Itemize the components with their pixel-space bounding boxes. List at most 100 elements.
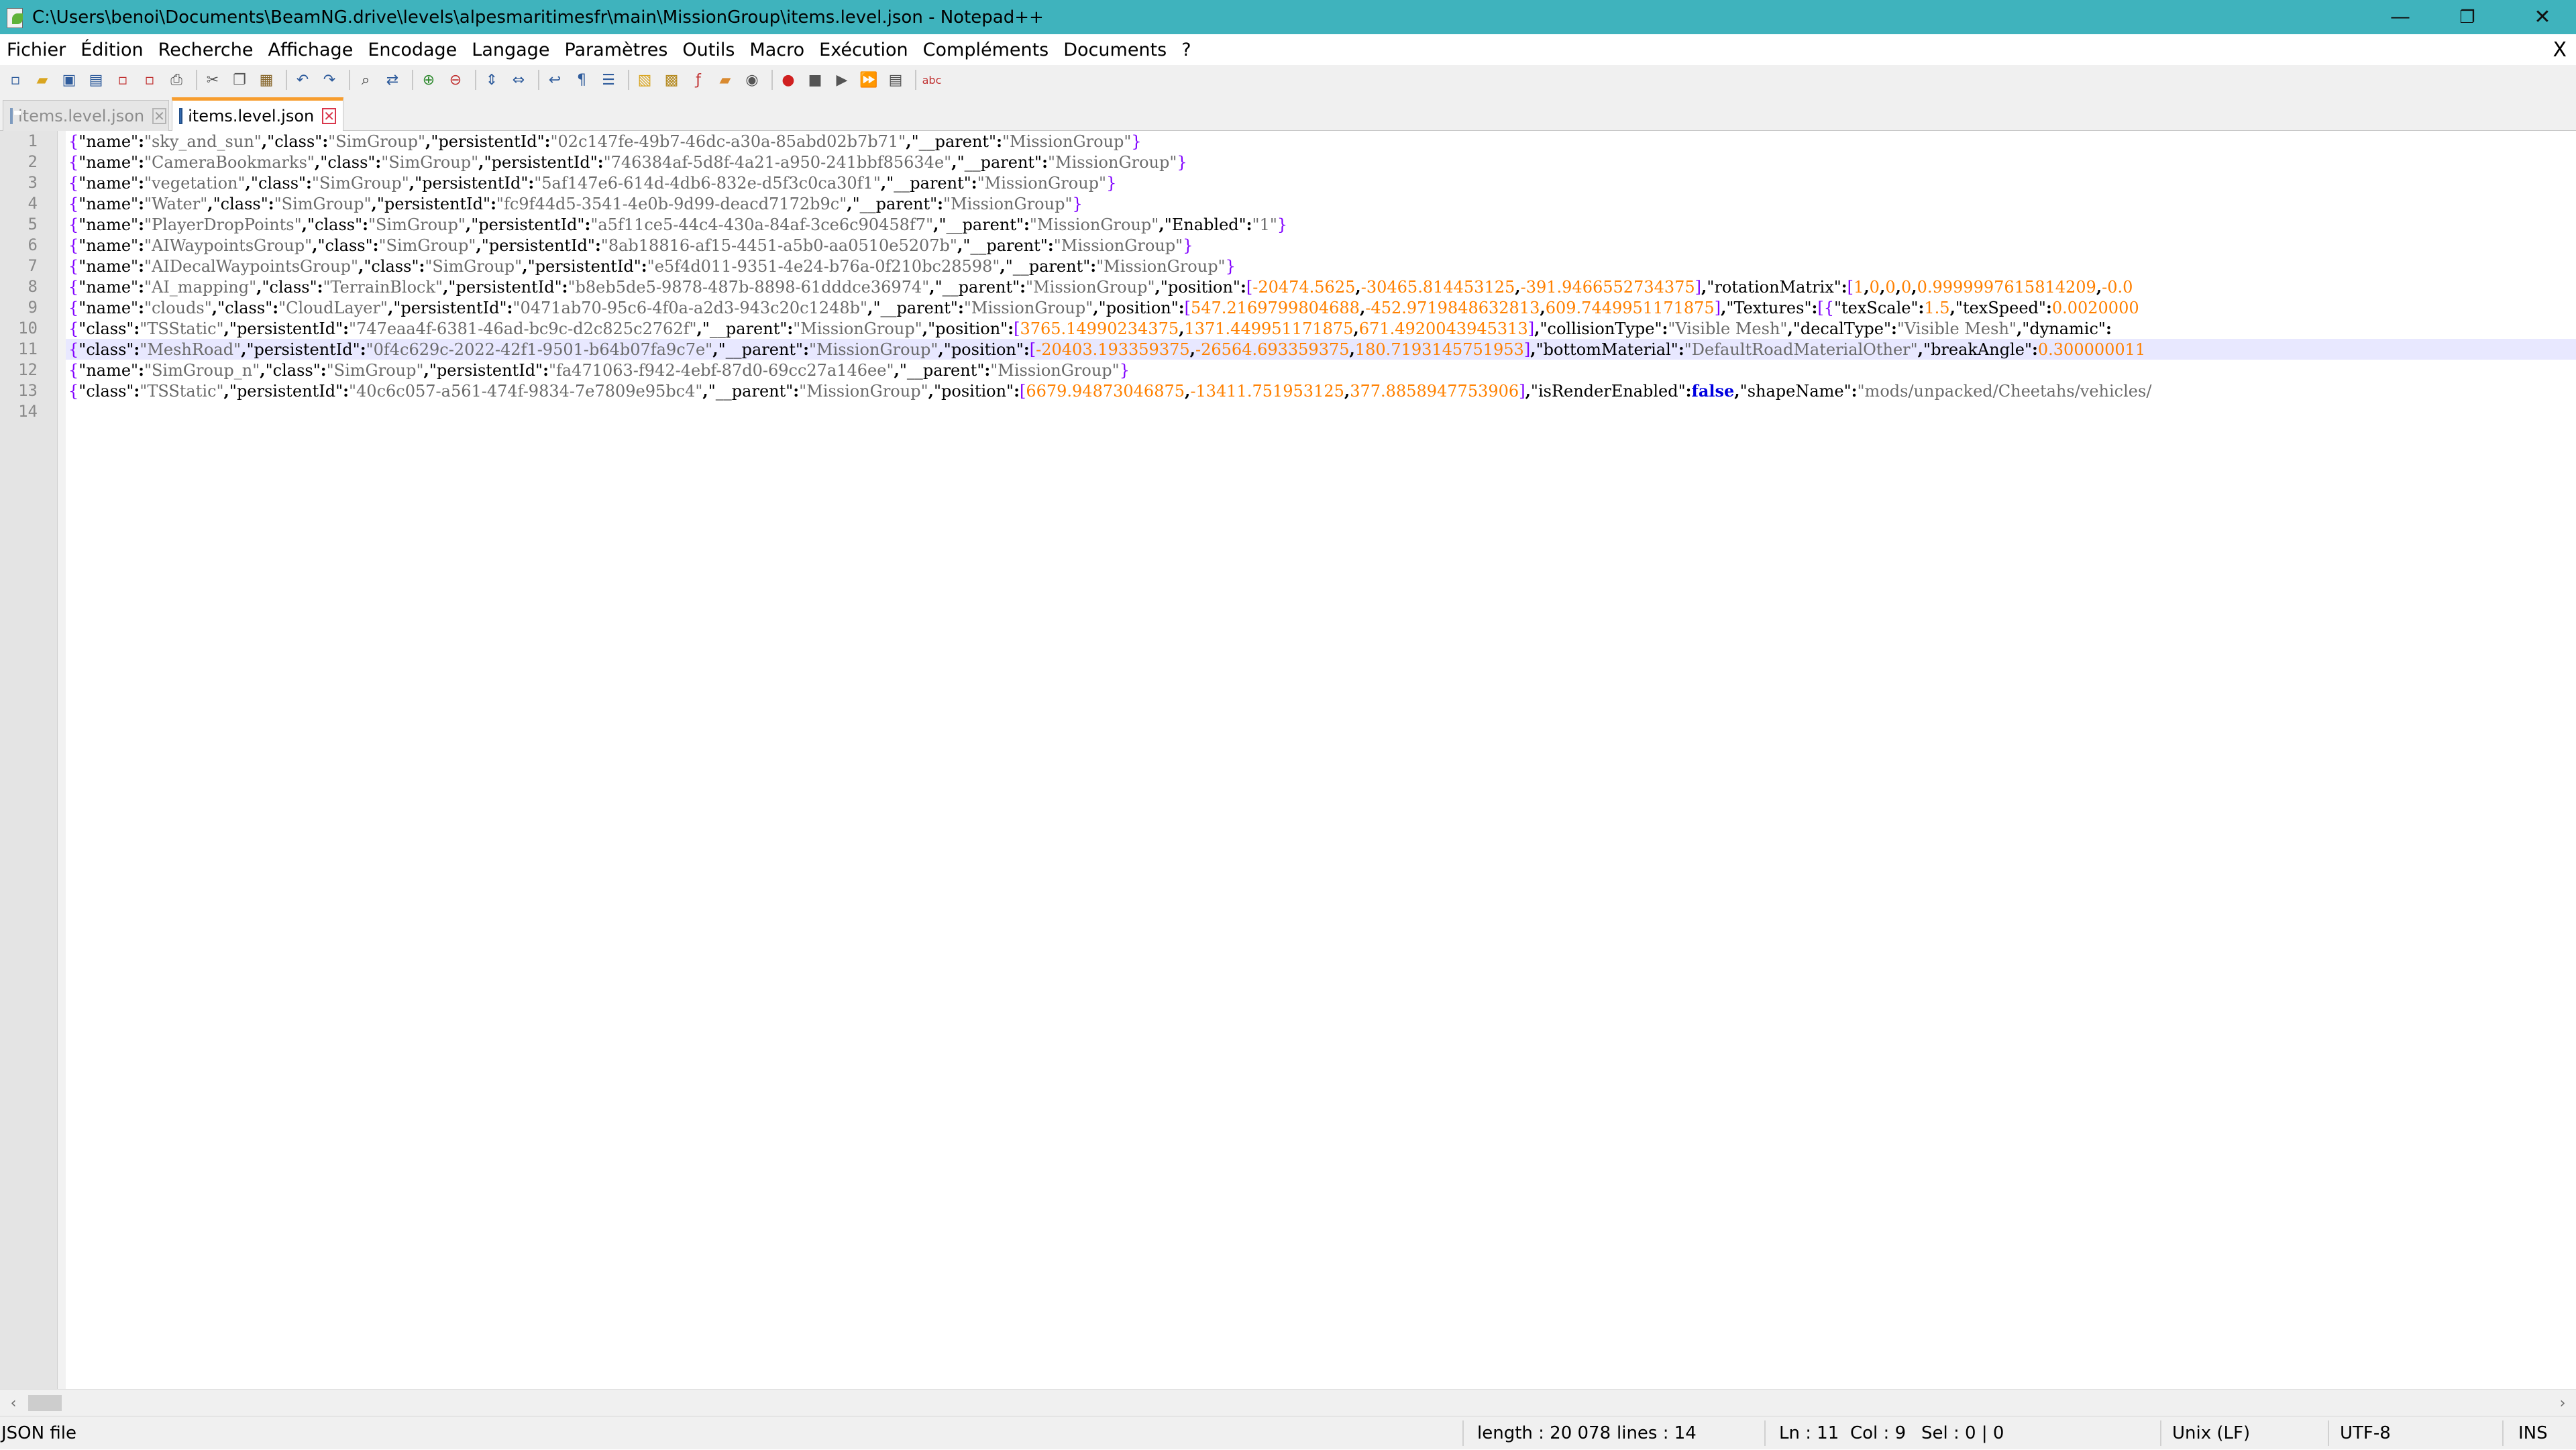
redo-icon[interactable]: ↷ — [318, 68, 341, 91]
menu-parametres[interactable]: Paramètres — [564, 40, 667, 60]
close-all-icon[interactable]: ▫ — [138, 68, 161, 91]
status-divider — [2328, 1420, 2329, 1446]
status-bar: JSON file length : 20 078 lines : 14 Ln … — [0, 1416, 2576, 1449]
tab-items-level-json-2[interactable]: items.level.json ✕ — [172, 97, 343, 131]
doc-map-icon[interactable]: ▩ — [660, 68, 683, 91]
code-line[interactable]: {"name":"Water","class":"SimGroup","pers… — [68, 193, 1083, 214]
menu-execution[interactable]: Exécution — [819, 40, 908, 60]
cut-icon[interactable]: ✂ — [201, 68, 224, 91]
menu-help[interactable]: ? — [1181, 40, 1191, 60]
status-divider — [1462, 1420, 1464, 1446]
replace-icon[interactable]: ⇄ — [381, 68, 404, 91]
print-icon[interactable]: ⎙ — [165, 68, 188, 91]
show-all-chars-icon[interactable]: ¶ — [570, 68, 593, 91]
close-window-button[interactable]: ✕ — [2509, 0, 2576, 34]
menu-documents[interactable]: Documents — [1063, 40, 1167, 60]
code-line[interactable]: {"class":"TSStatic","persistentId":"747e… — [68, 318, 2112, 339]
restore-button[interactable]: ❐ — [2434, 0, 2501, 34]
code-line[interactable]: {"name":"sky_and_sun","class":"SimGroup"… — [68, 131, 1142, 152]
line-number: 2 — [28, 152, 38, 171]
code-line[interactable]: {"name":"AIDecalWaypointsGroup","class":… — [68, 256, 1236, 276]
horizontal-scrollbar[interactable]: ‹ › — [0, 1389, 2576, 1416]
status-divider — [2502, 1420, 2504, 1446]
scrollbar-thumb[interactable] — [28, 1395, 62, 1411]
toolbar-separator — [771, 70, 773, 90]
code-line[interactable]: {"name":"PlayerDropPoints","class":"SimG… — [68, 214, 1287, 235]
code-line[interactable]: {"name":"CameraBookmarks","class":"SimGr… — [68, 152, 1187, 172]
code-line-current[interactable]: {"class":"MeshRoad","persistentId":"0f4c… — [66, 339, 2576, 360]
word-wrap-icon[interactable]: ↩ — [543, 68, 566, 91]
function-list-icon[interactable]: ƒ — [687, 68, 710, 91]
scroll-right-icon[interactable]: › — [2549, 1390, 2576, 1416]
status-file-type: JSON file — [1, 1423, 76, 1443]
minimize-button[interactable]: — — [2367, 0, 2434, 34]
line-number: 10 — [18, 319, 38, 338]
tab-items-level-json-1[interactable]: items.level.json ✕ — [3, 100, 169, 131]
sync-vertical-icon[interactable]: ⇕ — [480, 68, 503, 91]
code-line[interactable]: {"name":"AIWaypointsGroup","class":"SimG… — [68, 235, 1193, 256]
file-saved-icon — [10, 107, 21, 124]
tab-close-icon[interactable]: ✕ — [152, 107, 166, 124]
new-file-icon[interactable]: ▫ — [4, 68, 27, 91]
menu-langage[interactable]: Langage — [472, 40, 549, 60]
open-file-icon[interactable]: ▰ — [31, 68, 54, 91]
menu-edition[interactable]: Édition — [80, 40, 143, 60]
copy-icon[interactable]: ❐ — [228, 68, 251, 91]
line-number: 9 — [28, 298, 38, 317]
close-document-button[interactable]: X — [2553, 34, 2567, 65]
status-col: Col : 9 — [1850, 1423, 1907, 1443]
zoom-out-icon[interactable]: ⊖ — [444, 68, 467, 91]
sync-horizontal-icon[interactable]: ⇔ — [507, 68, 530, 91]
save-all-icon[interactable]: ▤ — [85, 68, 107, 91]
tab-bar: items.level.json ✕ items.level.json ✕ — [0, 95, 2576, 131]
record-macro-icon[interactable]: ● — [777, 68, 800, 91]
status-sel: Sel : 0 | 0 — [1921, 1423, 2004, 1443]
folder-workspace-icon[interactable]: ▰ — [714, 68, 737, 91]
toolbar-separator — [538, 70, 539, 90]
stop-record-icon[interactable]: ■ — [804, 68, 826, 91]
scroll-left-icon[interactable]: ‹ — [0, 1390, 27, 1416]
menu-fichier[interactable]: Fichier — [7, 40, 66, 60]
paste-icon[interactable]: ▦ — [255, 68, 278, 91]
code-line[interactable]: {"name":"clouds","class":"CloudLayer","p… — [68, 297, 2139, 318]
play-macro-icon[interactable]: ▶ — [830, 68, 853, 91]
title-bar: C:\Users\benoi\Documents\BeamNG.drive\le… — [0, 0, 2576, 34]
status-length: length : 20 078 — [1477, 1423, 1611, 1443]
menu-complements[interactable]: Compléments — [923, 40, 1049, 60]
tab-close-icon[interactable]: ✕ — [322, 107, 336, 124]
toolbar-separator — [915, 70, 916, 90]
status-insert-mode: INS — [2518, 1423, 2548, 1443]
zoom-in-icon[interactable]: ⊕ — [417, 68, 440, 91]
status-divider — [1764, 1420, 1766, 1446]
monitor-icon[interactable]: ◉ — [741, 68, 763, 91]
status-divider — [2160, 1420, 2161, 1446]
fold-margin — [58, 131, 66, 1389]
window-title: C:\Users\benoi\Documents\BeamNG.drive\le… — [32, 7, 1044, 28]
toolbar-separator — [349, 70, 350, 90]
menu-affichage[interactable]: Affichage — [268, 40, 353, 60]
run-multiple-macro-icon[interactable]: ⏩ — [857, 68, 880, 91]
line-number: 4 — [28, 194, 38, 213]
save-icon[interactable]: ▣ — [58, 68, 80, 91]
line-number: 11 — [18, 340, 38, 358]
code-editor[interactable]: 1 2 3 4 5 6 7 8 9 10 11 12 13 14 {"name"… — [0, 131, 2576, 1389]
find-icon[interactable]: ⌕ — [354, 68, 377, 91]
toolbar-separator — [628, 70, 629, 90]
menu-macro[interactable]: Macro — [749, 40, 804, 60]
menu-encodage[interactable]: Encodage — [368, 40, 457, 60]
indent-guide-icon[interactable]: ☰ — [597, 68, 620, 91]
code-line[interactable]: {"name":"SimGroup_n","class":"SimGroup",… — [68, 360, 1130, 380]
user-language-icon[interactable]: ▧ — [633, 68, 656, 91]
close-icon[interactable]: ▫ — [111, 68, 134, 91]
spell-check-icon[interactable]: abc — [920, 68, 943, 91]
code-line[interactable]: {"class":"TSStatic","persistentId":"40c6… — [68, 380, 2151, 401]
status-encoding: UTF-8 — [2340, 1423, 2391, 1443]
toolbar-separator — [286, 70, 287, 90]
menu-recherche[interactable]: Recherche — [158, 40, 254, 60]
code-line[interactable]: {"name":"vegetation","class":"SimGroup",… — [68, 172, 1116, 193]
menu-outils[interactable]: Outils — [682, 40, 735, 60]
line-number: 7 — [28, 256, 38, 275]
undo-icon[interactable]: ↶ — [291, 68, 314, 91]
code-line[interactable]: {"name":"AI_mapping","class":"TerrainBlo… — [68, 276, 2133, 297]
save-macro-icon[interactable]: ▤ — [884, 68, 907, 91]
